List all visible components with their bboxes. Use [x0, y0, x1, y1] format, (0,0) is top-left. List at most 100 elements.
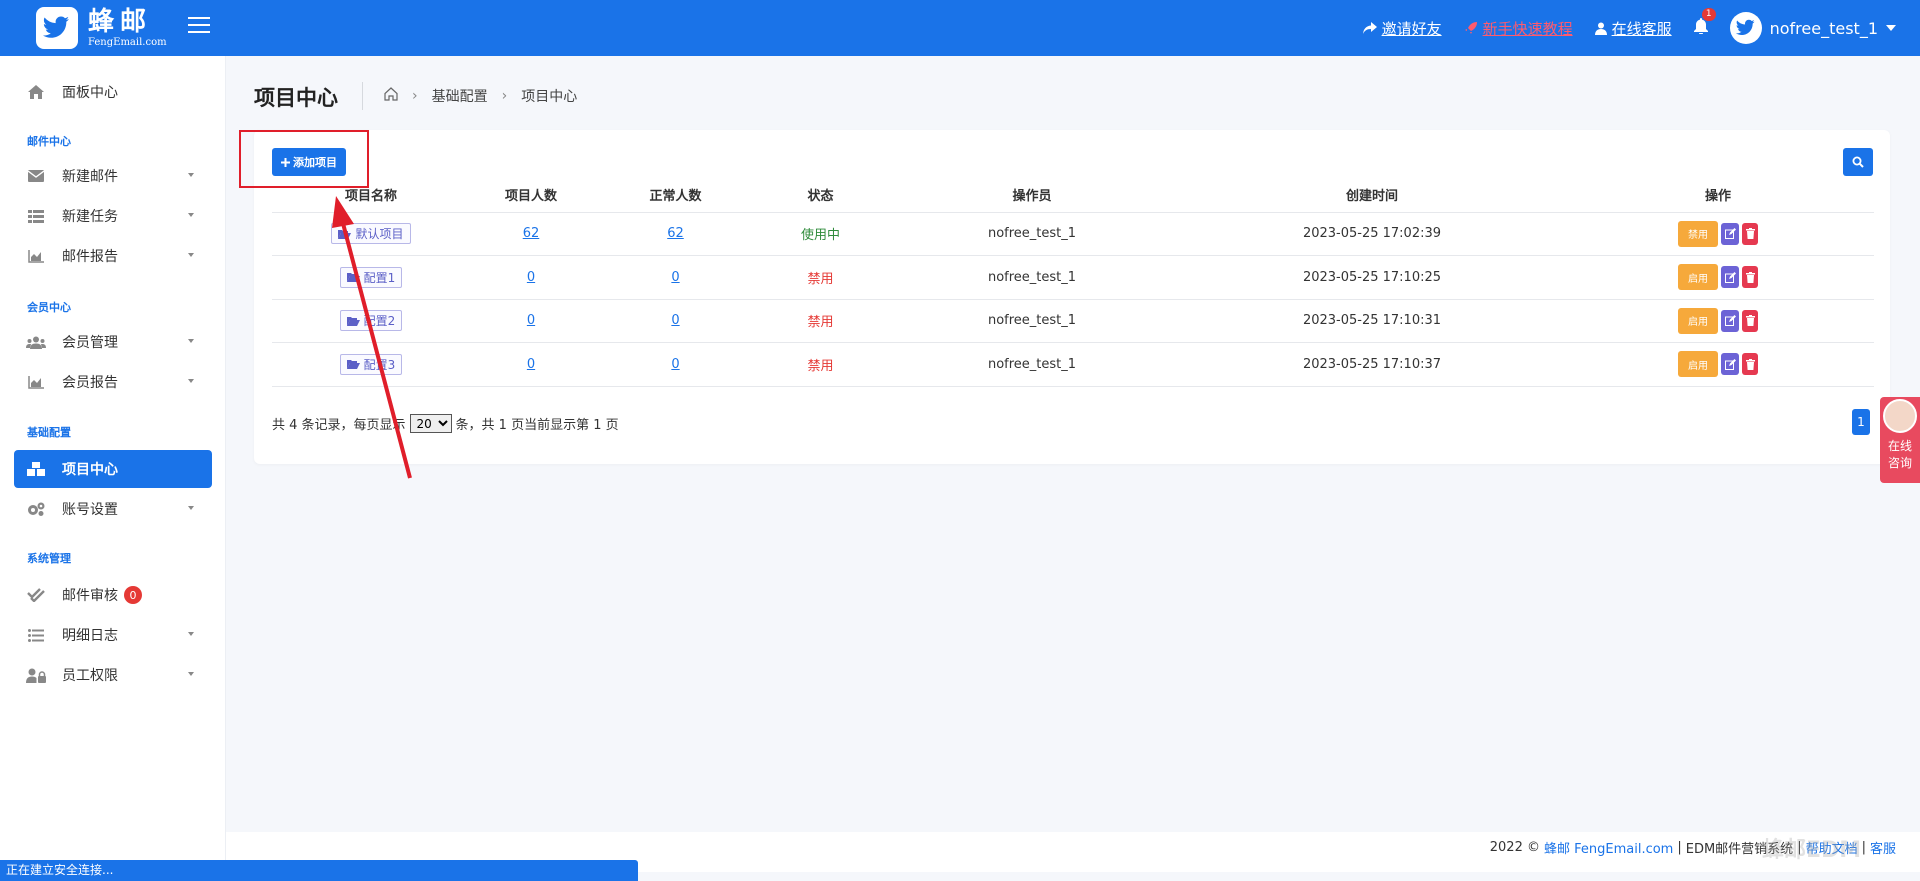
footer-copyright: 2022 © — [1489, 840, 1540, 855]
sidebar-item-new-mail[interactable]: 新建邮件 — [14, 157, 212, 195]
edit-button[interactable] — [1721, 309, 1739, 332]
home-icon — [26, 85, 46, 99]
search-icon — [1852, 156, 1864, 168]
edit-button[interactable] — [1721, 222, 1739, 245]
list-ul-icon — [26, 628, 46, 642]
check-double-icon — [26, 588, 46, 602]
page-number-button[interactable]: 1 — [1852, 409, 1870, 435]
sidebar-item-account-settings[interactable]: 账号设置 — [14, 490, 212, 528]
gears-icon — [26, 501, 46, 517]
consultant-avatar — [1883, 399, 1917, 433]
toggle-status-button[interactable]: 禁用 — [1678, 220, 1718, 247]
sidebar-item-mail-report[interactable]: 邮件报告 — [14, 237, 212, 275]
sidebar-item-label: 员工权限 — [62, 668, 118, 684]
project-count-link[interactable]: 0 — [527, 270, 535, 285]
invite-label: 邀请好友 — [1381, 19, 1442, 38]
normal-count-link[interactable]: 0 — [671, 357, 679, 372]
user-icon — [1594, 22, 1607, 35]
trash-icon — [1745, 315, 1755, 327]
table-row: 配置3 0 0 禁用 nofree_test_1 2023-05-25 17:1… — [272, 342, 1874, 387]
online-service-link[interactable]: 在线客服 — [1594, 18, 1672, 39]
envelope-icon — [26, 170, 46, 182]
delete-button[interactable] — [1742, 309, 1758, 332]
title-divider — [362, 82, 363, 110]
edit-icon — [1724, 228, 1736, 240]
hamburger-menu-icon[interactable] — [188, 17, 210, 37]
operator-cell: nofree_test_1 — [882, 342, 1182, 387]
toggle-status-button[interactable]: 启用 — [1678, 264, 1718, 291]
column-header: 操作员 — [882, 178, 1182, 213]
sidebar-item-detail-log[interactable]: 明细日志 — [14, 616, 212, 654]
created-time-cell: 2023-05-25 17:10:37 — [1182, 342, 1562, 387]
pager-suffix: 条，共 1 页当前显示第 1 页 — [455, 418, 619, 433]
footer-service-link[interactable]: 客服 — [1870, 838, 1896, 857]
table-header-row: 项目名称 项目人数 正常人数 状态 操作员 创建时间 操作 — [272, 178, 1874, 213]
operator-cell: nofree_test_1 — [882, 212, 1182, 256]
column-header: 项目人数 — [470, 178, 592, 213]
toggle-status-button[interactable]: 启用 — [1678, 307, 1718, 334]
status-text: 禁用 — [807, 358, 834, 374]
invite-friends-link[interactable]: 邀请好友 — [1362, 18, 1442, 39]
status-text: 使用中 — [800, 228, 840, 244]
chevron-right-icon: › — [501, 88, 508, 104]
sidebar-item-project-center[interactable]: 项目中心 — [14, 450, 212, 488]
browser-status-bar: 正在建立安全连接... — [0, 860, 638, 881]
sidebar-item-label: 邮件审核 — [62, 588, 118, 604]
username: nofree_test_1 — [1769, 18, 1878, 38]
trash-icon — [1745, 228, 1755, 240]
sidebar-item-mail-audit[interactable]: 邮件审核 0 — [14, 576, 212, 614]
footer-brand-link[interactable]: 蜂邮 FengEmail.com — [1544, 838, 1673, 857]
avatar — [1729, 12, 1762, 44]
brand-name: 蜂邮 — [88, 6, 153, 37]
chevron-down-icon — [188, 506, 194, 510]
sidebar-item-member-manage[interactable]: 会员管理 — [14, 323, 212, 361]
brand[interactable]: 蜂邮 FengEmail.com — [0, 0, 226, 56]
column-header: 正常人数 — [592, 178, 759, 213]
chevron-down-icon — [188, 379, 194, 383]
sidebar-item-label: 新建邮件 — [62, 169, 118, 185]
bird-logo-icon — [36, 7, 78, 49]
user-menu[interactable]: nofree_test_1 — [1729, 12, 1896, 44]
annotation-arrow — [332, 196, 412, 479]
search-button[interactable] — [1843, 148, 1873, 176]
project-count-link[interactable]: 0 — [527, 313, 535, 328]
section-system: 系统管理 — [27, 552, 71, 565]
notification-bell[interactable]: 1 — [1693, 8, 1716, 38]
sidebar-item-new-task[interactable]: 新建任务 — [14, 197, 212, 235]
edit-button[interactable] — [1721, 353, 1739, 376]
normal-count-link[interactable]: 62 — [667, 226, 684, 241]
column-header: 创建时间 — [1182, 178, 1562, 213]
trash-icon — [1745, 358, 1755, 370]
chevron-down-icon — [188, 173, 194, 177]
project-count-link[interactable]: 62 — [523, 226, 540, 241]
breadcrumb-item[interactable]: 基础配置 — [432, 86, 488, 106]
sidebar-item-dashboard[interactable]: 面板中心 — [14, 73, 212, 111]
sidebar-item-label: 面板中心 — [62, 85, 118, 101]
normal-count-link[interactable]: 0 — [671, 270, 679, 285]
watermark: 蜂邮EDM — [1762, 838, 1862, 863]
sidebar-item-label: 会员管理 — [62, 335, 118, 351]
home-icon[interactable] — [384, 87, 398, 105]
operator-cell: nofree_test_1 — [882, 255, 1182, 300]
audit-count-badge: 0 — [124, 586, 142, 604]
edit-button[interactable] — [1721, 266, 1739, 289]
users-icon — [26, 336, 46, 349]
delete-button[interactable] — [1742, 353, 1758, 376]
operator-cell: nofree_test_1 — [882, 299, 1182, 343]
top-header: 蜂邮 FengEmail.com 邀请好友 新手快速教程 在线客服 1 nofr… — [0, 0, 1920, 56]
delete-button[interactable] — [1742, 222, 1758, 245]
created-time-cell: 2023-05-25 17:10:31 — [1182, 299, 1562, 343]
normal-count-link[interactable]: 0 — [671, 313, 679, 328]
footer-separator: | — [1861, 840, 1866, 855]
tutorial-link[interactable]: 新手快速教程 — [1464, 18, 1573, 39]
project-count-link[interactable]: 0 — [527, 357, 535, 372]
toggle-status-button[interactable]: 启用 — [1678, 351, 1718, 378]
rocket-icon — [1464, 22, 1477, 34]
online-consult-widget[interactable]: 在线 咨询 — [1880, 397, 1920, 483]
sidebar-item-staff-permission[interactable]: 员工权限 — [14, 656, 212, 694]
status-text: 禁用 — [807, 315, 834, 331]
section-basic: 基础配置 — [27, 426, 71, 439]
delete-button[interactable] — [1742, 266, 1758, 289]
edit-icon — [1724, 271, 1736, 283]
sidebar-item-member-report[interactable]: 会员报告 — [14, 363, 212, 401]
